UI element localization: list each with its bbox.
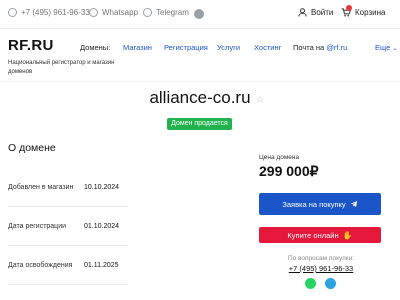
hand-icon: ✋ bbox=[342, 230, 353, 240]
price-card: Цена домена 299 000₽ Заявка на покупку К… bbox=[250, 145, 392, 300]
domain-name: alliance-co.ru bbox=[149, 88, 251, 107]
user-icon bbox=[298, 8, 307, 17]
telegram-icon[interactable] bbox=[325, 278, 336, 289]
top-bar: +7 (495) 961-96-33 Whatsapp Telegram Вой… bbox=[0, 0, 400, 29]
telegram-icon bbox=[143, 8, 152, 17]
login-link[interactable]: Войти bbox=[298, 8, 333, 17]
row-label: Дата регистрации bbox=[8, 223, 67, 230]
whatsapp-icon bbox=[89, 8, 98, 17]
logo[interactable]: RF.RU bbox=[8, 37, 54, 54]
buy-online-label[interactable]: Купите онлайн bbox=[287, 231, 338, 240]
whatsapp-link[interactable]: Whatsapp bbox=[89, 8, 138, 17]
questions-text: По вопросам покупки: bbox=[287, 255, 355, 262]
nav-mail-prefix[interactable]: Почта на bbox=[293, 43, 326, 52]
star-icon[interactable]: ☆ bbox=[256, 94, 264, 105]
telegram-icon bbox=[350, 200, 357, 208]
divider bbox=[8, 245, 128, 246]
divider bbox=[8, 206, 128, 207]
main-content: alliance-co.ru ☆ Домен продается О домен… bbox=[0, 82, 400, 300]
chevron-down-icon: ⌄ bbox=[392, 46, 398, 52]
price-label: Цена домена bbox=[259, 154, 300, 161]
nav-mail-link[interactable]: @rf.ru bbox=[326, 43, 347, 52]
buy-request-button[interactable]: Заявка на покупку bbox=[259, 193, 381, 215]
phone-link[interactable]: +7 (495) 961-96-33 bbox=[8, 8, 90, 17]
row-value: 01.10.2024 bbox=[84, 223, 120, 230]
whatsapp-icon[interactable] bbox=[305, 278, 316, 289]
cart-badge bbox=[346, 5, 352, 11]
nav-more-label[interactable]: Еще bbox=[375, 43, 390, 52]
cart-label[interactable]: Корзина bbox=[355, 8, 385, 17]
about-title: О домене bbox=[8, 142, 56, 154]
telegram-link[interactable]: Telegram bbox=[143, 8, 189, 17]
row-label: Добавлен в магазин bbox=[8, 184, 74, 191]
row-label: Дата освобождения bbox=[8, 262, 73, 269]
nav-registration[interactable]: Регистрация bbox=[164, 43, 208, 52]
vk-icon[interactable] bbox=[194, 9, 204, 19]
row-value: 10.10.2024 bbox=[84, 184, 120, 191]
nav-services[interactable]: Услуги bbox=[217, 43, 240, 52]
phone-number[interactable]: +7 (495) 961-96-33 bbox=[21, 8, 90, 17]
row-value: 01.11.2025 bbox=[84, 262, 119, 269]
divider bbox=[8, 284, 128, 285]
price-value: 299 000₽ bbox=[259, 163, 319, 179]
buy-request-label[interactable]: Заявка на покупку bbox=[282, 200, 345, 209]
header: RF.RU Национальный регистратор и магазин… bbox=[0, 29, 400, 81]
logo-subtitle: Национальный регистратор и магазин домен… bbox=[8, 60, 115, 75]
vk-link[interactable] bbox=[194, 9, 204, 19]
nav-hosting[interactable]: Хостинг bbox=[254, 43, 281, 52]
nav-shop[interactable]: Магазин bbox=[123, 43, 152, 52]
nav-mail[interactable]: Почта на @rf.ru bbox=[293, 43, 347, 52]
status-badge: Домен продается bbox=[167, 118, 232, 130]
whatsapp-label[interactable]: Whatsapp bbox=[102, 8, 138, 17]
nav-more[interactable]: Еще ⌄ bbox=[375, 43, 397, 52]
buy-online-button[interactable]: Купите онлайн ✋ bbox=[259, 227, 381, 243]
login-label[interactable]: Войти bbox=[311, 8, 333, 17]
phone-icon bbox=[8, 8, 17, 17]
telegram-label[interactable]: Telegram bbox=[156, 8, 189, 17]
contact-phone[interactable]: +7 (495) 961-96-33 bbox=[250, 264, 392, 273]
nav-domains-label: Домены: bbox=[80, 43, 111, 52]
